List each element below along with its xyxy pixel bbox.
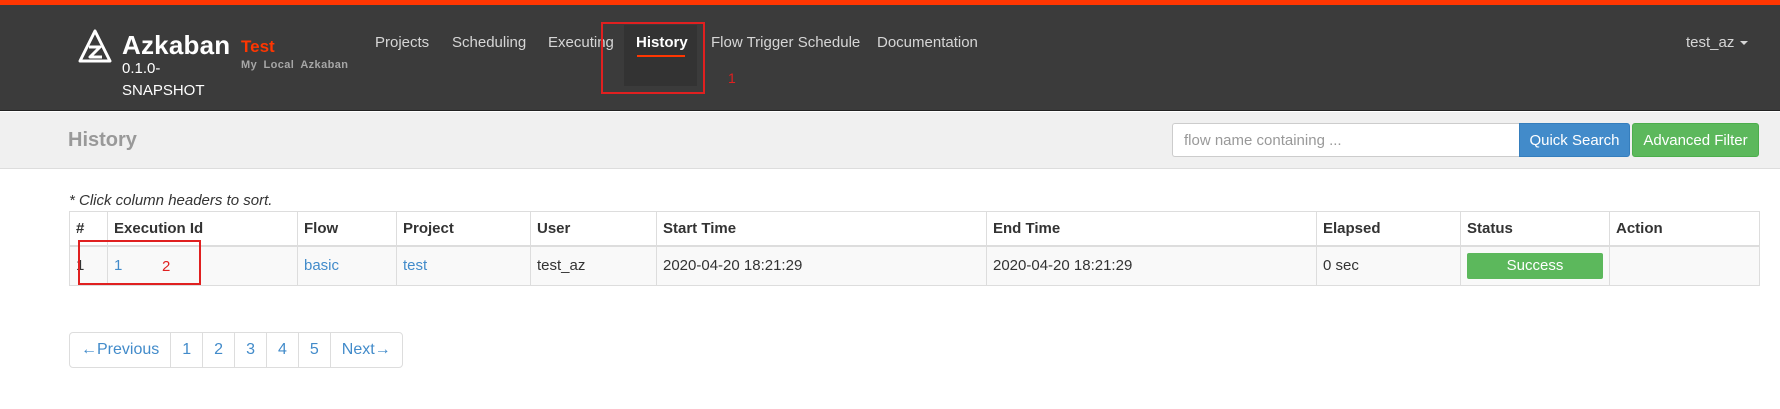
- pagination-page-5[interactable]: 5: [297, 332, 331, 368]
- flow-search-input[interactable]: [1172, 123, 1520, 157]
- column-header-start-time[interactable]: Start Time: [656, 211, 987, 247]
- azkaban-logo-icon[interactable]: [78, 29, 112, 63]
- pagination-next[interactable]: Next→: [329, 332, 403, 368]
- column-header-action[interactable]: Action: [1609, 211, 1760, 247]
- user-name: test_az: [1686, 34, 1735, 51]
- table-header-row: # Execution Id Flow Project User Start T…: [69, 211, 1760, 247]
- page-header-bar: History Quick Search Advanced Filter: [0, 112, 1780, 169]
- annotation-number-1: 1: [728, 70, 736, 86]
- annotation-box-1: [601, 22, 705, 94]
- history-table: # Execution Id Flow Project User Start T…: [69, 211, 1760, 286]
- annotation-number-2: 2: [162, 258, 171, 275]
- quick-search-button[interactable]: Quick Search: [1519, 123, 1630, 157]
- pagination: ←Previous 1 2 3 4 5 Next→: [69, 332, 403, 368]
- column-header-status[interactable]: Status: [1460, 211, 1610, 247]
- start-time-cell: 2020-04-20 18:21:29: [656, 245, 987, 286]
- table-row: 1 1 basic test test_az 2020-04-20 18:21:…: [69, 245, 1760, 286]
- end-time-cell: 2020-04-20 18:21:29: [986, 245, 1317, 286]
- nav-scheduling[interactable]: Scheduling: [452, 34, 526, 51]
- user-menu[interactable]: test_az: [1686, 34, 1749, 51]
- brand-name[interactable]: Azkaban: [122, 30, 230, 61]
- column-header-elapsed[interactable]: Elapsed: [1316, 211, 1461, 247]
- column-header-flow[interactable]: Flow: [297, 211, 397, 247]
- navbar: Azkaban 0.1.0-SNAPSHOT Test My Local Azk…: [0, 5, 1780, 111]
- page-title: History: [68, 129, 137, 151]
- advanced-filter-button[interactable]: Advanced Filter: [1632, 123, 1759, 157]
- pagination-page-1[interactable]: 1: [170, 332, 204, 368]
- nav-documentation[interactable]: Documentation: [877, 34, 978, 51]
- sort-hint: * Click column headers to sort.: [69, 192, 273, 209]
- column-header-user[interactable]: User: [530, 211, 657, 247]
- column-header-project[interactable]: Project: [396, 211, 531, 247]
- action-cell: [1609, 245, 1760, 286]
- project-link[interactable]: test: [403, 257, 427, 274]
- annotation-box-2: [78, 240, 201, 285]
- brand-version: 0.1.0-SNAPSHOT: [122, 60, 205, 99]
- environment-description: My Local Azkaban: [241, 59, 349, 71]
- pagination-page-3[interactable]: 3: [234, 332, 267, 368]
- column-header-end-time[interactable]: End Time: [986, 211, 1317, 247]
- flow-cell: basic: [297, 245, 397, 286]
- status-cell: Success: [1460, 245, 1610, 286]
- elapsed-cell: 0 sec: [1316, 245, 1461, 286]
- pagination-previous[interactable]: ←Previous: [69, 332, 172, 368]
- nav-projects[interactable]: Projects: [375, 34, 429, 51]
- environment-name: Test: [241, 37, 275, 56]
- user-cell: test_az: [530, 245, 657, 286]
- pagination-page-4[interactable]: 4: [265, 332, 299, 368]
- pagination-page-2[interactable]: 2: [202, 332, 236, 368]
- caret-down-icon: [1740, 41, 1749, 46]
- status-badge: Success: [1467, 252, 1603, 279]
- nav-flow-trigger-schedule[interactable]: Flow Trigger Schedule: [711, 34, 860, 51]
- project-cell: test: [396, 245, 531, 286]
- flow-link[interactable]: basic: [304, 257, 339, 274]
